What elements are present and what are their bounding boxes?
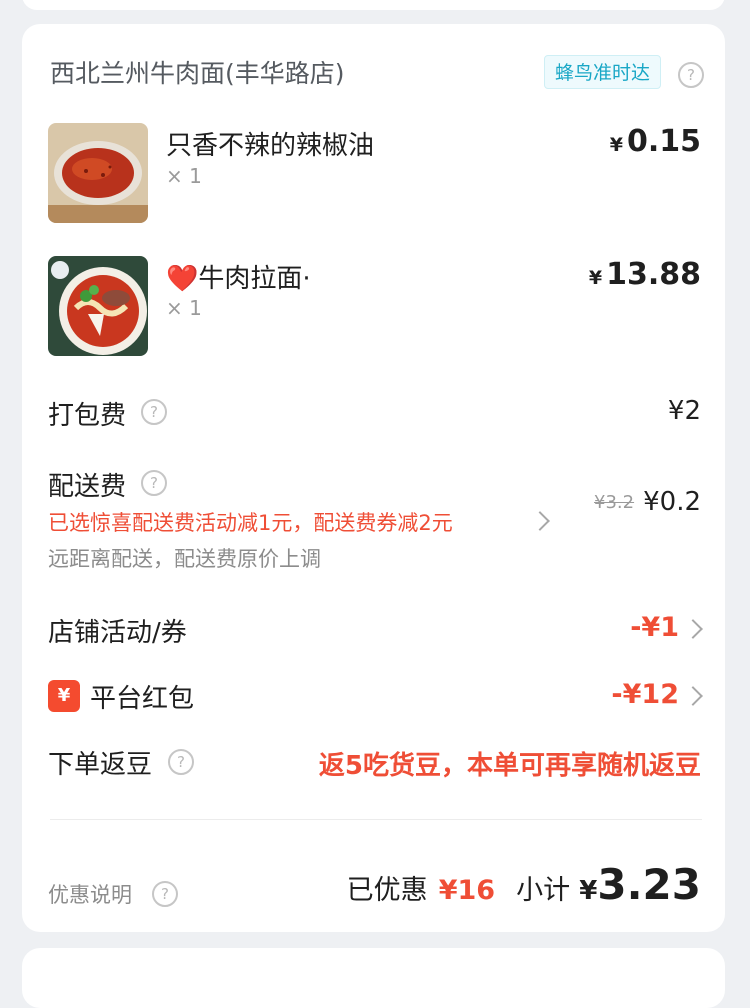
price-value: 13.88	[606, 257, 701, 292]
subtotal-currency: ¥	[579, 876, 598, 906]
item-price-chili-oil: ¥0.15	[610, 124, 701, 159]
item-qty-beef-noodle: × 1	[166, 296, 202, 320]
saved-value: ¥16	[438, 875, 496, 906]
delivery-fee-value: ¥0.2	[643, 487, 701, 517]
item-qty-chili-oil: × 1	[166, 164, 202, 188]
delivery-fee-promo-text[interactable]: 已选惊喜配送费活动减1元，配送费券减2元	[48, 507, 453, 537]
currency-symbol: ¥	[609, 134, 623, 156]
platform-hongbao-label: 平台红包	[90, 684, 195, 714]
hongbao-icon: ¥	[48, 680, 80, 712]
beef-noodle-bowl-icon	[48, 256, 148, 356]
item-name-chili-oil: 只香不辣的辣椒油	[166, 131, 375, 161]
item-name-beef-noodle: ❤️牛肉拉面·	[166, 264, 311, 294]
packaging-fee-help-icon[interactable]: ?	[141, 399, 167, 425]
delivery-fee-label: 配送费	[48, 472, 127, 502]
platform-hongbao-value[interactable]: -¥12	[611, 679, 679, 710]
beef-noodle-thumbnail[interactable]	[48, 256, 148, 356]
order-card: 西北兰州牛肉面(丰华路店) 蜂鸟准时达 ? 只香不辣的辣椒油 × 1 ¥0.15	[22, 24, 725, 932]
divider	[50, 819, 702, 820]
currency-symbol: ¥	[588, 267, 603, 289]
chevron-right-icon[interactable]	[683, 619, 703, 639]
rebate-help-icon[interactable]: ?	[168, 749, 194, 775]
rebate-label: 下单返豆	[48, 750, 153, 780]
packaging-fee-value: ¥2	[667, 396, 701, 426]
subtotal-summary: 已优惠 ¥16 小计 ¥3.23	[347, 860, 701, 909]
packaging-fee-label: 打包费	[48, 401, 127, 431]
subtotal-value: 3.23	[597, 860, 701, 909]
delivery-fee-original: ¥3.2	[594, 492, 635, 513]
item-price-beef-noodle: ¥13.88	[589, 257, 701, 292]
discount-note-link[interactable]: 优惠说明	[48, 879, 132, 909]
chevron-right-icon[interactable]	[683, 686, 703, 706]
rebate-text: 返5吃货豆，本单可再享随机返豆	[318, 751, 701, 781]
chili-oil-bowl-icon	[48, 123, 148, 223]
store-discount-label: 店铺活动/券	[48, 618, 187, 648]
saved-label: 已优惠	[346, 875, 428, 906]
chili-oil-thumbnail[interactable]	[48, 123, 148, 223]
badge-help-icon[interactable]: ?	[678, 62, 704, 88]
store-name[interactable]: 西北兰州牛肉面(丰华路店)	[50, 54, 345, 90]
delivery-badge: 蜂鸟准时达	[544, 55, 662, 89]
delivery-fee-note: 远距离配送，配送费原价上调	[48, 547, 321, 571]
subtotal-label: 小计	[516, 875, 571, 906]
discount-note-help-icon[interactable]: ?	[152, 881, 178, 907]
store-discount-value[interactable]: -¥1	[630, 612, 679, 643]
price-value: 0.15	[626, 124, 701, 159]
delivery-fee-help-icon[interactable]: ?	[141, 470, 167, 496]
chevron-right-icon[interactable]	[530, 511, 550, 531]
previous-card	[22, 0, 725, 10]
next-card	[22, 948, 725, 1008]
